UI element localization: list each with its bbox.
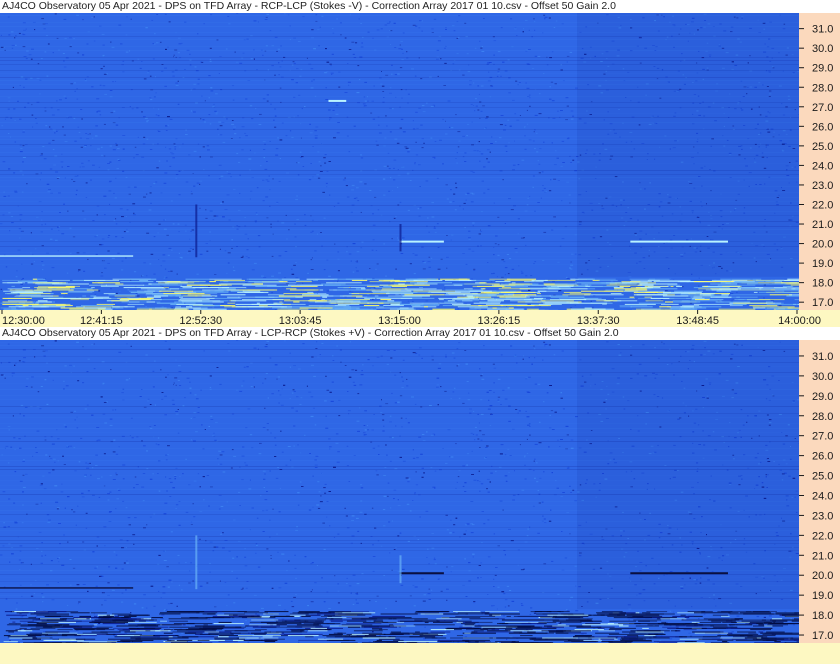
time-tick-label-4: 13:15:00: [378, 315, 421, 327]
time-tick-label-8: 14:00:00: [778, 315, 821, 327]
panel-2-title: AJ4CO Observatory 05 Apr 2021 - DPS on T…: [0, 327, 840, 340]
freq-tick-label-9: 26.0: [812, 121, 833, 133]
transient-streak-1: [399, 224, 402, 252]
freq-tick-label-12: 29.0: [812, 391, 833, 403]
freq-tick-label-3: 20.0: [812, 239, 833, 251]
freq-tick-label-5: 22.0: [812, 530, 833, 542]
late-time-shading: [577, 13, 799, 277]
time-tick-label-3: 13:03:45: [279, 315, 322, 327]
freq-tick-label-3: 20.0: [812, 570, 833, 582]
freq-tick-label-13: 30.0: [812, 371, 833, 383]
panel-1-frequency-axis: 17.0 18.0 19.0 20.0 21.0 22.0 23.0 24.0 25.0 26.0…: [799, 13, 840, 310]
freq-tick-label-6: 23.0: [812, 180, 833, 192]
freq-tick-label-5: 22.0: [812, 199, 833, 211]
panel-1-title: AJ4CO Observatory 05 Apr 2021 - DPS on T…: [0, 0, 840, 13]
time-tick-label-0: 12:30:00: [2, 315, 45, 327]
bottom-strip: [0, 643, 840, 664]
freq-tick-label-7: 24.0: [812, 160, 833, 172]
panel-2-spectrogram-svg: [0, 340, 799, 643]
burst-2: [630, 240, 728, 243]
panel-1-spectrogram: [0, 13, 799, 310]
freq-tick-label-14: 31.0: [812, 351, 833, 363]
freq-tick-label-10: 27.0: [812, 102, 833, 114]
freq-tick-label-2: 19.0: [812, 590, 833, 602]
freq-tick-label-0: 17.0: [812, 630, 833, 642]
freq-tick-label-8: 25.0: [812, 471, 833, 483]
time-tick-label-1: 12:41:15: [80, 315, 123, 327]
low-freq-line: [0, 587, 134, 589]
freq-tick-label-11: 28.0: [812, 411, 833, 423]
transient-streak-0: [195, 535, 198, 590]
burst-3: [328, 99, 347, 102]
freq-tick-label-1: 18.0: [812, 278, 833, 290]
panel-2-frequency-axis: 17.0 18.0 19.0 20.0 21.0 22.0 23.0 24.0 25.0 26.0…: [799, 340, 840, 643]
freq-tick-label-4: 21.0: [812, 219, 833, 231]
freq-tick-label-0: 17.0: [812, 297, 833, 309]
freq-tick-label-2: 19.0: [812, 258, 833, 270]
freq-tick-label-14: 31.0: [812, 24, 833, 36]
panel-2-spectrogram: [0, 340, 799, 643]
time-axis: 12:30:00 12:41:15 12:52:30 13:03:45 13:15:00…: [0, 310, 840, 327]
time-tick-label-7: 13:48:45: [676, 315, 719, 327]
burst-1: [399, 572, 444, 575]
freq-tick-label-8: 25.0: [812, 141, 833, 153]
low-freq-line: [0, 255, 134, 257]
time-tick-label-5: 13:26:15: [477, 315, 520, 327]
freq-tick-label-1: 18.0: [812, 610, 833, 622]
transient-streak-1: [399, 555, 402, 584]
freq-tick-label-12: 29.0: [812, 63, 833, 75]
late-time-shading: [577, 340, 799, 610]
panel-1-spectrogram-svg: [0, 13, 799, 310]
freq-tick-label-11: 28.0: [812, 82, 833, 94]
freq-tick-label-10: 27.0: [812, 431, 833, 443]
freq-tick-label-4: 21.0: [812, 550, 833, 562]
freq-tick-label-9: 26.0: [812, 451, 833, 463]
freq-tick-label-6: 23.0: [812, 510, 833, 522]
time-tick-label-6: 13:37:30: [577, 315, 620, 327]
burst-2: [630, 572, 728, 575]
time-tick-label-2: 12:52:30: [179, 315, 222, 327]
freq-tick-label-7: 24.0: [812, 490, 833, 502]
transient-streak-0: [195, 204, 198, 258]
burst-1: [399, 240, 444, 243]
freq-tick-label-13: 30.0: [812, 43, 833, 55]
